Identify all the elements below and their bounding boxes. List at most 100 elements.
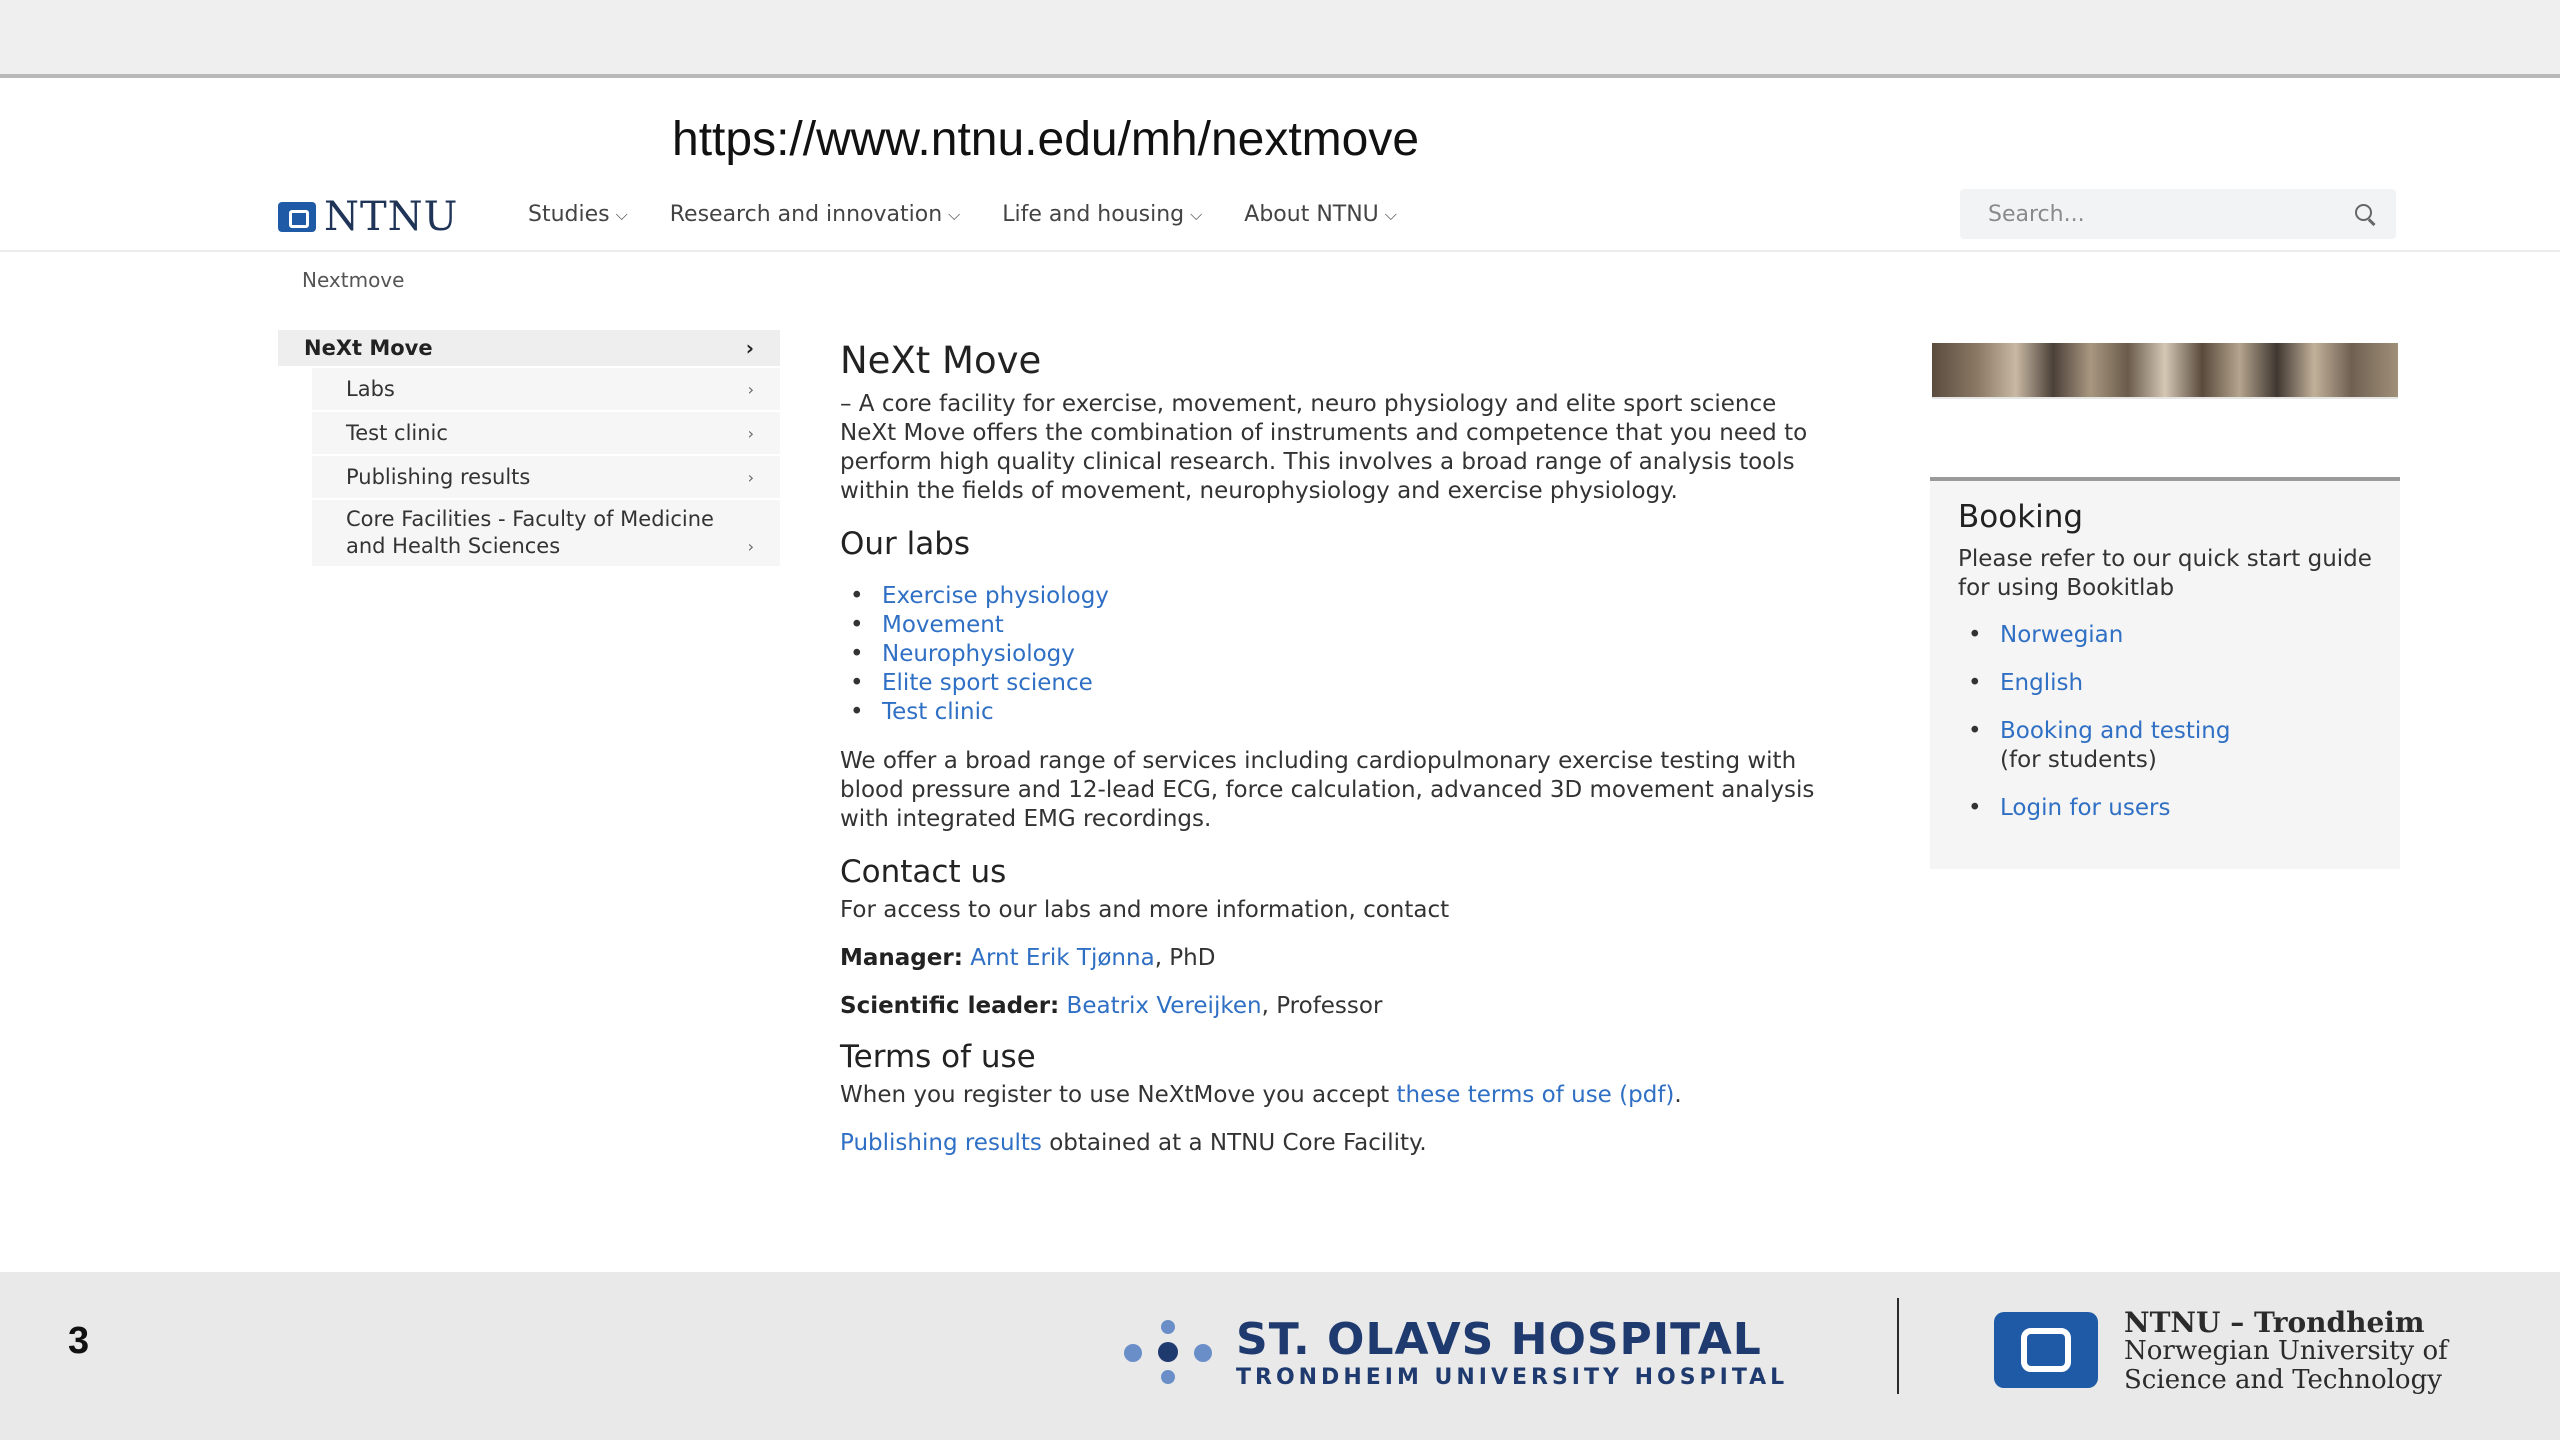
chevron-right-icon: › [747, 379, 754, 399]
contact-heading: Contact us [840, 854, 1007, 890]
list-item: English [1968, 669, 2374, 698]
chevron-right-icon: › [747, 423, 754, 443]
ntnu-line-3: Science and Technology [2124, 1365, 2442, 1395]
slide-top-band [0, 0, 2560, 78]
list-item: Neurophysiology [850, 640, 1840, 669]
page-title: NeXt Move [840, 339, 1042, 382]
hospital-subtitle: TRONDHEIM UNIVERSITY HOSPITAL [1236, 1365, 1789, 1390]
ntnu-line-2: Norwegian University of [2124, 1336, 2448, 1366]
main-nav: Studies ⌵ Research and innovation ⌵ Life… [528, 202, 1397, 227]
scientific-leader-title: , Professor [1261, 993, 1383, 1019]
link-english[interactable]: English [2000, 670, 2083, 696]
chevron-right-icon: › [747, 467, 754, 487]
booking-links: Norwegian English Booking and testing (fo… [1968, 621, 2374, 823]
labs-heading: Our labs [840, 526, 971, 562]
nav-label: Research and innovation [669, 202, 943, 227]
nav-life-housing[interactable]: Life and housing ⌵ [1002, 202, 1202, 227]
publishing-tail: obtained at a NTNU Core Facility. [1041, 1130, 1427, 1156]
list-item: Test clinic [850, 698, 1840, 727]
scientific-leader-label: Scientific leader: [840, 993, 1060, 1019]
leftnav-label: Test clinic [346, 421, 448, 445]
left-nav: NeXt Move › Labs › Test clinic › Publish… [278, 330, 780, 566]
link-norwegian[interactable]: Norwegian [2000, 622, 2123, 648]
chevron-down-icon: ⌵ [1190, 204, 1203, 224]
booking-heading: Booking [1958, 499, 2084, 535]
terms-lead: When you register to use NeXtMove you ac… [840, 1082, 1390, 1108]
leftnav-label: Publishing results [346, 465, 531, 489]
ntnu-footer-logo: NTNU – Trondheim Norwegian University of… [2124, 1308, 2448, 1395]
terms-text: When you register to use NeXtMove you ac… [840, 1081, 1840, 1110]
labs-list: Exercise physiology Movement Neurophysio… [850, 582, 1840, 727]
terms-link[interactable]: these terms of use (pdf) [1397, 1082, 1675, 1108]
link-movement[interactable]: Movement [882, 612, 1004, 638]
nav-research[interactable]: Research and innovation ⌵ [670, 202, 961, 227]
leftnav-item-publishing[interactable]: Publishing results › [312, 454, 780, 498]
list-item: Elite sport science [850, 669, 1840, 698]
scientific-leader-link[interactable]: Beatrix Vereijken [1067, 993, 1262, 1019]
link-test-clinic[interactable]: Test clinic [882, 699, 994, 725]
manager-label: Manager: [840, 945, 963, 971]
footer-divider [1897, 1298, 1899, 1394]
list-item: Login for users [1968, 794, 2374, 823]
leftnav-label: NeXt Move [304, 336, 433, 360]
booking-box: Booking Please refer to our quick start … [1930, 477, 2400, 869]
ntnu-footer-logo-icon [1994, 1312, 2098, 1388]
intro-text: NeXt Move offers the combination of inst… [840, 420, 1808, 504]
tagline: – A core facility for exercise, movement… [840, 391, 1777, 417]
page-number: 3 [68, 1320, 90, 1362]
list-item: Booking and testing (for students) [1968, 717, 2374, 775]
nav-label: Studies [528, 202, 610, 227]
site-header: NTNU Studies ⌵ Research and innovation ⌵… [0, 180, 2560, 252]
terms-heading: Terms of use [840, 1039, 1036, 1075]
chevron-down-icon: ⌵ [615, 204, 628, 224]
ntnu-line-1: NTNU – Trondheim [2124, 1306, 2425, 1339]
breadcrumb[interactable]: Nextmove [302, 268, 404, 292]
leftnav-label: Labs [346, 377, 395, 401]
nav-label: About NTNU [1244, 202, 1379, 227]
chevron-down-icon: ⌵ [948, 204, 961, 224]
leftnav-item-core-facilities[interactable]: Core Facilities - Faculty of Medicine an… [312, 498, 780, 566]
ntnu-logo[interactable]: NTNU [278, 194, 458, 240]
st-olavs-logo: ST. OLAVS HOSPITAL TRONDHEIM UNIVERSITY … [1236, 1316, 1788, 1392]
nav-label: Life and housing [1002, 202, 1185, 227]
manager-line: Manager: Arnt Erik Tjønna, PhD [840, 944, 1840, 973]
list-item: Exercise physiology [850, 582, 1840, 611]
leftnav-label: Core Facilities - Faculty of Medicine an… [346, 507, 714, 558]
list-item: Norwegian [1968, 621, 2374, 650]
link-elite-sport[interactable]: Elite sport science [882, 670, 1093, 696]
chevron-right-icon: › [747, 537, 754, 556]
booking-text: Please refer to our quick start guide fo… [1958, 546, 2372, 601]
manager-title: , PhD [1154, 945, 1216, 971]
link-login-users[interactable]: Login for users [2000, 795, 2170, 821]
slide-footer: 3 ST. OLAVS HOSPITAL TRONDHEIM UNIVERSIT… [0, 1272, 2560, 1440]
booking-note: (for students) [2000, 747, 2157, 773]
link-exercise-physiology[interactable]: Exercise physiology [882, 583, 1109, 609]
scientific-leader-line: Scientific leader: Beatrix Vereijken, Pr… [840, 992, 1840, 1021]
nav-about[interactable]: About NTNU ⌵ [1244, 202, 1397, 227]
st-olavs-logo-icon [1124, 1320, 1212, 1386]
publishing-text: Publishing results obtained at a NTNU Co… [840, 1129, 1840, 1158]
contact-text: For access to our labs and more informat… [840, 897, 1450, 923]
lab-photo-banner [1932, 343, 2398, 399]
link-booking-testing[interactable]: Booking and testing [2000, 718, 2230, 744]
services-text: We offer a broad range of services inclu… [840, 748, 1815, 832]
chevron-down-icon: ⌵ [1384, 204, 1397, 224]
leftnav-item-labs[interactable]: Labs › [312, 366, 780, 410]
manager-link[interactable]: Arnt Erik Tjønna [970, 945, 1154, 971]
link-neurophysiology[interactable]: Neurophysiology [882, 641, 1075, 667]
search-box [1960, 189, 2396, 239]
publishing-results-link[interactable]: Publishing results [840, 1130, 1042, 1156]
search-input[interactable] [1988, 201, 2354, 227]
chevron-right-icon: › [745, 336, 754, 360]
search-icon[interactable] [2354, 203, 2376, 225]
leftnav-item-test-clinic[interactable]: Test clinic › [312, 410, 780, 454]
leftnav-item-nextmove[interactable]: NeXt Move › [278, 330, 780, 366]
ntnu-logo-icon [278, 202, 316, 232]
nav-studies[interactable]: Studies ⌵ [528, 202, 628, 227]
main-content: NeXt Move – A core facility for exercise… [840, 338, 1840, 1158]
page-url: https://www.ntnu.edu/mh/nextmove [672, 113, 1420, 166]
list-item: Movement [850, 611, 1840, 640]
ntnu-logo-text: NTNU [324, 194, 459, 240]
hospital-name: ST. OLAVS HOSPITAL [1236, 1314, 1762, 1365]
terms-end: . [1674, 1082, 1682, 1108]
